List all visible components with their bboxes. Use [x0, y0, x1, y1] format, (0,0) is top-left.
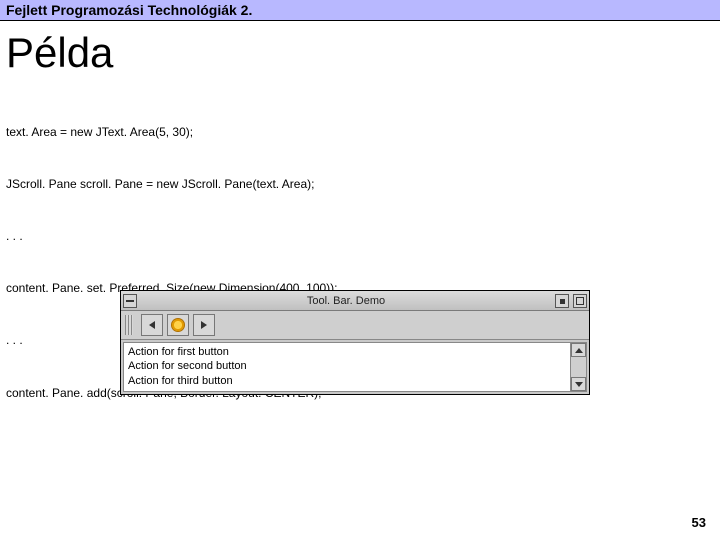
demo-window: Tool. Bar. Demo Action for — [120, 290, 590, 395]
toolbar — [121, 311, 589, 340]
arrow-right-icon — [201, 321, 207, 329]
maximize-button[interactable] — [573, 294, 587, 308]
text-area[interactable]: Action for first button Action for secon… — [124, 343, 570, 391]
text-line: Action for third button — [128, 375, 233, 387]
arrow-left-icon — [149, 321, 155, 329]
arrow-down-icon — [575, 382, 583, 387]
slide: Fejlett Programozási Technológiák 2. Pél… — [0, 0, 720, 540]
window-title: Tool. Bar. Demo — [139, 295, 553, 307]
page-number: 53 — [692, 515, 706, 530]
vertical-scrollbar[interactable] — [570, 343, 586, 391]
toolbar-button-next[interactable] — [193, 314, 215, 336]
code-line: . . . — [6, 228, 714, 245]
minimize-button[interactable] — [555, 294, 569, 308]
slide-title: Példa — [0, 21, 720, 89]
toolbar-button-middle[interactable] — [167, 314, 189, 336]
demo-screenshot: Tool. Bar. Demo Action for — [120, 290, 590, 395]
titlebar: Tool. Bar. Demo — [121, 291, 589, 311]
code-line: text. Area = new JText. Area(5, 30); — [6, 124, 714, 141]
scroll-pane: Action for first button Action for secon… — [123, 342, 587, 392]
text-line: Action for second button — [128, 360, 247, 372]
window-menu-button[interactable] — [123, 294, 137, 308]
toolbar-grip-icon — [125, 315, 133, 335]
code-line: JScroll. Pane scroll. Pane = new JScroll… — [6, 176, 714, 193]
text-line: Action for first button — [128, 346, 229, 358]
scroll-up-button[interactable] — [571, 343, 586, 357]
toolbar-button-prev[interactable] — [141, 314, 163, 336]
slide-header: Fejlett Programozási Technológiák 2. — [0, 0, 720, 21]
slide-header-text: Fejlett Programozási Technológiák 2. — [6, 2, 252, 18]
scroll-down-button[interactable] — [571, 377, 586, 391]
arrow-up-icon — [575, 348, 583, 353]
gear-icon — [171, 318, 185, 332]
